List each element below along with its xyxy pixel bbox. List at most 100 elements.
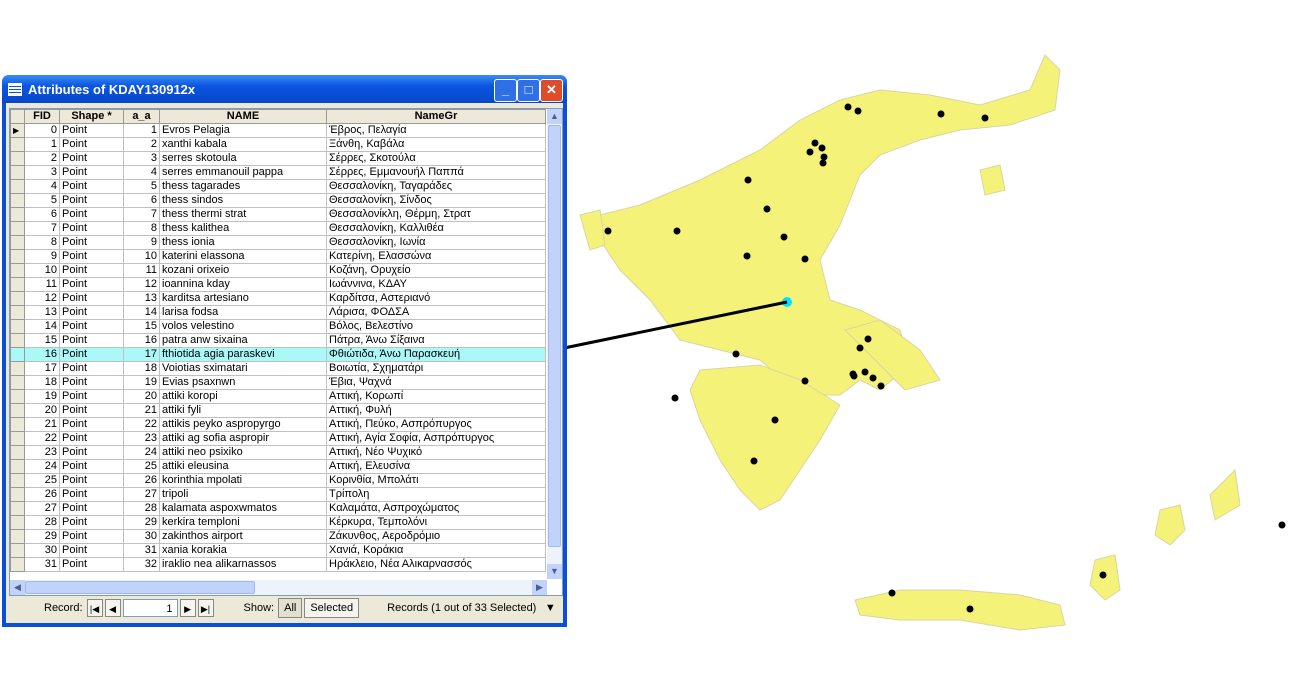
row-selector[interactable] — [10, 417, 25, 432]
map-point[interactable] — [869, 374, 877, 382]
map-point[interactable] — [732, 350, 740, 358]
table-row[interactable]: 1 Point 2 xanthi kabala Ξάνθη, Καβάλα — [10, 137, 546, 152]
map-point[interactable] — [856, 344, 864, 352]
table-row[interactable]: 26 Point 27 tripoli Τρίπολη — [10, 487, 546, 502]
row-selector[interactable] — [10, 165, 25, 180]
map-point[interactable] — [750, 457, 758, 465]
row-selector[interactable] — [10, 431, 25, 446]
table-row[interactable]: 23 Point 24 attiki neo psixiko Αττική, Νέο Ψ… — [10, 445, 546, 460]
row-selector[interactable] — [10, 333, 25, 348]
map-point[interactable] — [780, 233, 788, 241]
table-row[interactable]: 28 Point 29 kerkira temploni Κέρκυρα, Τεμπολ… — [10, 515, 546, 530]
row-selector[interactable] — [10, 179, 25, 194]
table-row[interactable]: 4 Point 5 thess tagarades Θεσσαλονίκη, Ταγαρ… — [10, 179, 546, 194]
row-selector[interactable] — [10, 305, 25, 320]
table-row[interactable]: 17 Point 18 Voiotias sximatari Βοιωτία, Σχημ… — [10, 361, 546, 376]
table-row[interactable]: 19 Point 20 attiki koropi Αττική, Κορωπί — [10, 389, 546, 404]
map-point[interactable] — [820, 153, 828, 161]
map-point[interactable] — [811, 139, 819, 147]
map-point[interactable] — [743, 252, 751, 260]
row-selector[interactable] — [10, 487, 25, 502]
title-bar[interactable]: Attributes of KDAY130912x _ □ ✕ — [2, 75, 567, 103]
map-point[interactable] — [801, 377, 809, 385]
map-point[interactable] — [818, 144, 826, 152]
row-selector[interactable] — [10, 193, 25, 208]
table-row[interactable]: 21 Point 22 attikis peyko aspropyrgo Αττική,… — [10, 417, 546, 432]
table-row[interactable]: 10 Point 11 kozani orixeio Κοζάνη, Ορυχείο — [10, 263, 546, 278]
column-header[interactable]: FID — [24, 109, 60, 124]
map-point[interactable] — [888, 589, 896, 597]
scroll-thumb[interactable] — [548, 125, 561, 547]
map-point[interactable] — [861, 368, 869, 376]
column-header[interactable]: a_a — [123, 109, 160, 124]
row-selector[interactable] — [10, 277, 25, 292]
table-row[interactable]: 22 Point 23 attiki ag sofia aspropir Αττική,… — [10, 431, 546, 446]
map-point[interactable] — [771, 416, 779, 424]
table-row[interactable]: 16 Point 17 fthiotida agia paraskevi Φθιώτιδ… — [10, 347, 546, 362]
row-selector[interactable] — [10, 221, 25, 236]
attribute-table[interactable]: FID Shape * a_a NAME NameGr ▶ 0 Point 1 Evros Pe… — [9, 108, 563, 596]
map-point[interactable] — [937, 110, 945, 118]
row-selector[interactable] — [10, 501, 25, 516]
table-row[interactable]: 3 Point 4 serres emmanouil pappa Σέρρες, Εμμ… — [10, 165, 546, 180]
row-selector[interactable] — [10, 529, 25, 544]
row-selector[interactable] — [10, 137, 25, 152]
first-record-button[interactable]: |◀ — [86, 599, 103, 617]
row-selector[interactable] — [10, 473, 25, 488]
record-input[interactable]: 1 — [122, 599, 178, 617]
last-record-button[interactable]: ▶| — [197, 599, 214, 617]
table-row[interactable]: 2 Point 3 serres skotoula Σέρρες, Σκοτούλα — [10, 151, 546, 166]
column-header[interactable]: NAME — [159, 109, 327, 124]
table-row[interactable]: 20 Point 21 attiki fyli Αττική, Φυλή — [10, 403, 546, 418]
map-point[interactable] — [877, 382, 885, 390]
row-selector[interactable] — [10, 151, 25, 166]
map-point[interactable] — [744, 176, 752, 184]
row-selector[interactable] — [10, 319, 25, 334]
table-row[interactable]: 25 Point 26 korinthia mpolati Κορινθία, Μπολ… — [10, 473, 546, 488]
row-selector[interactable] — [10, 403, 25, 418]
row-selector[interactable] — [10, 515, 25, 530]
row-selector[interactable] — [10, 445, 25, 460]
map-point[interactable] — [806, 148, 814, 156]
map-point[interactable] — [671, 394, 679, 402]
table-row[interactable]: 9 Point 10 katerini elassona Κατερίνη, Ελασσ… — [10, 249, 546, 264]
row-selector[interactable] — [10, 249, 25, 264]
next-record-button[interactable]: ▶ — [179, 599, 196, 617]
table-row[interactable]: 5 Point 6 thess sindos Θεσσαλονίκη, Σίνδος — [10, 193, 546, 208]
row-selector[interactable] — [10, 347, 25, 362]
maximize-button[interactable]: □ — [517, 79, 540, 102]
row-selector[interactable] — [10, 375, 25, 390]
scroll-down-icon[interactable]: ▼ — [547, 564, 562, 579]
map-point[interactable] — [966, 605, 974, 613]
table-row[interactable]: 24 Point 25 attiki eleusina Αττική, Ελευσίνα — [10, 459, 546, 474]
column-header[interactable]: Shape * — [59, 109, 124, 124]
map-point[interactable] — [819, 159, 827, 167]
table-row[interactable]: 6 Point 7 thess thermi strat Θεσσαλονίκλη, Θ… — [10, 207, 546, 222]
table-row[interactable]: ▶ 0 Point 1 Evros Pelagia Έβρος, Πελαγία — [10, 123, 546, 138]
minimize-button[interactable]: _ — [494, 79, 517, 102]
row-selector[interactable] — [10, 389, 25, 404]
table-row[interactable]: 13 Point 14 larisa fodsa Λάρισα, ΦΟΔΣΑ — [10, 305, 546, 320]
vertical-scrollbar[interactable]: ▲ ▼ — [547, 109, 562, 579]
map-point[interactable] — [864, 335, 872, 343]
row-selector[interactable] — [10, 207, 25, 222]
table-row[interactable]: 27 Point 28 kalamata aspoxwmatos Καλαμάτα, Α… — [10, 501, 546, 516]
row-selector[interactable] — [10, 459, 25, 474]
previous-record-button[interactable]: ◀ — [104, 599, 121, 617]
show-all-button[interactable]: All — [278, 598, 303, 618]
row-selector[interactable] — [10, 557, 25, 572]
row-selector[interactable]: ▶ — [10, 123, 25, 138]
table-row[interactable]: 18 Point 19 Evias psaxnwn Έβια, Ψαχνά — [10, 375, 546, 390]
options-dropdown-icon[interactable]: ▼ — [542, 599, 558, 617]
map-point[interactable] — [854, 107, 862, 115]
scroll-up-icon[interactable]: ▲ — [547, 109, 562, 124]
show-selected-button[interactable]: Selected — [304, 598, 360, 618]
table-row[interactable]: 11 Point 12 ioannina kday Ιωάννινα, ΚΔΑΥ — [10, 277, 546, 292]
row-selector[interactable] — [10, 235, 25, 250]
map-point[interactable] — [1099, 571, 1107, 579]
map-point[interactable] — [763, 205, 771, 213]
column-header[interactable]: NameGr — [326, 109, 546, 124]
table-row[interactable]: 31 Point 32 iraklio nea alikarnassos Ηράκλει… — [10, 557, 546, 572]
table-row[interactable]: 14 Point 15 volos velestino Βόλος, Βελεστίνο — [10, 319, 546, 334]
map-point[interactable] — [850, 372, 858, 380]
